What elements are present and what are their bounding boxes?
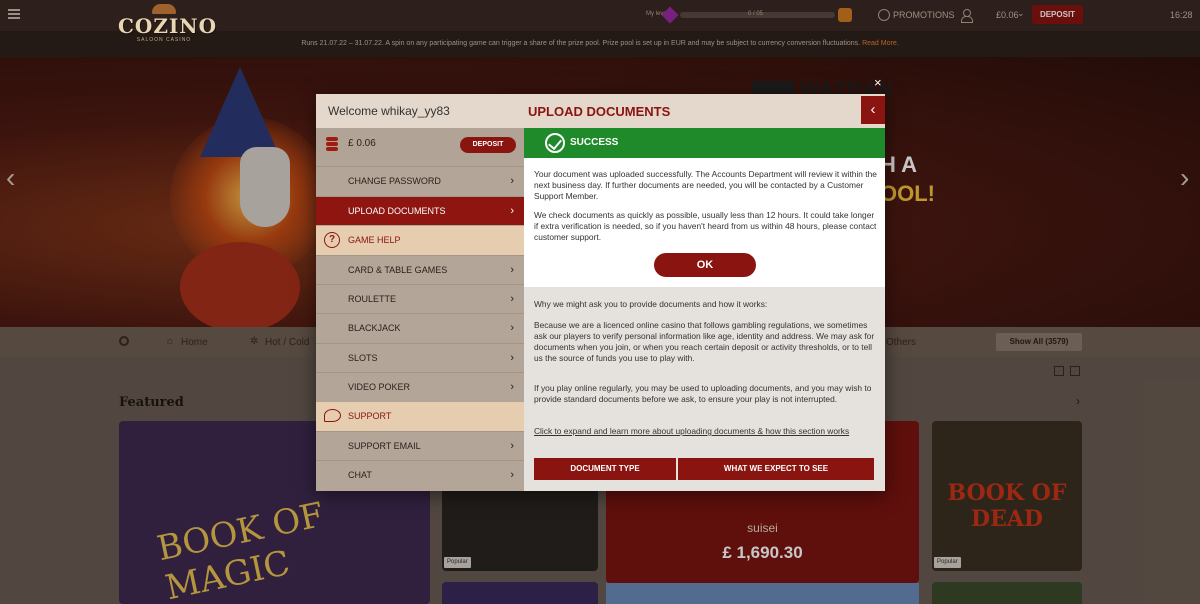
info-section: Why we might ask you to provide document…: [524, 287, 885, 491]
info-heading: Why we might ask you to provide document…: [534, 299, 768, 309]
section-label: GAME HELP: [348, 235, 401, 245]
sidebar-item-blackjack[interactable]: BLACKJACK ›: [316, 313, 524, 342]
success-message: Your document was uploaded successfully.…: [524, 158, 885, 287]
sidebar-deposit-button[interactable]: DEPOSIT: [460, 137, 516, 153]
sidebar-item-label: VIDEO POKER: [348, 382, 411, 392]
section-label: SUPPORT: [348, 411, 392, 421]
logo-text: COZINO: [118, 14, 217, 38]
sidebar-item-label: SUPPORT EMAIL: [348, 441, 421, 451]
cozino-logo[interactable]: COZINO SALOON CASINO: [118, 4, 217, 44]
chevron-right-icon: ›: [510, 352, 514, 364]
question-icon: ?: [324, 232, 340, 248]
logo-subtitle: SALOON CASINO: [136, 37, 192, 43]
logo-hat-icon: [152, 4, 176, 14]
account-sidebar: Welcome whikay_yy83 £ 0.06 DEPOSIT CHANG…: [316, 94, 524, 491]
success-label: SUCCESS: [570, 137, 619, 148]
info-paragraph-1: Because we are a licenced online casino …: [534, 320, 875, 363]
welcome-text: Welcome whikay_yy83: [316, 94, 524, 128]
sidebar-item-label: CARD & TABLE GAMES: [348, 265, 448, 275]
sidebar-item-support-email[interactable]: SUPPORT EMAIL ›: [316, 431, 524, 460]
sidebar-item-upload-documents[interactable]: UPLOAD DOCUMENTS ›: [316, 196, 524, 225]
section-support[interactable]: SUPPORT: [316, 402, 524, 431]
sidebar-item-label: UPLOAD DOCUMENTS: [348, 206, 446, 216]
sidebar-item-label: CHAT: [348, 470, 372, 480]
chevron-left-icon[interactable]: ‹: [861, 96, 885, 124]
success-paragraph-1: Your document was uploaded successfully.…: [534, 169, 877, 201]
panel-title: UPLOAD DOCUMENTS: [528, 104, 671, 119]
chevron-right-icon: ›: [510, 469, 514, 481]
sidebar-item-change-password[interactable]: CHANGE PASSWORD ›: [316, 166, 524, 195]
chevron-right-icon: ›: [510, 322, 514, 334]
expand-info-link[interactable]: Click to expand and learn more about upl…: [534, 426, 879, 437]
info-paragraph-2: If you play online regularly, you may be…: [534, 383, 872, 404]
chevron-right-icon: ›: [510, 175, 514, 187]
chevron-right-icon: ›: [510, 205, 514, 217]
what-we-expect-tab[interactable]: WHAT WE EXPECT TO SEE: [678, 458, 874, 480]
sidebar-item-roulette[interactable]: ROULETTE ›: [316, 284, 524, 313]
sidebar-item-video-poker[interactable]: VIDEO POKER ›: [316, 372, 524, 401]
ok-button[interactable]: OK: [654, 253, 756, 277]
chat-bubble-icon: [324, 409, 341, 422]
sidebar-item-slots[interactable]: SLOTS ›: [316, 343, 524, 372]
success-paragraph-2: We check documents as quickly as possibl…: [534, 210, 877, 242]
close-icon[interactable]: ×: [874, 75, 882, 90]
chevron-right-icon: ›: [510, 381, 514, 393]
panel-header: UPLOAD DOCUMENTS ‹: [524, 94, 885, 128]
sidebar-balance: £ 0.06: [348, 138, 376, 149]
chevron-right-icon: ›: [510, 264, 514, 276]
balance-row: £ 0.06 DEPOSIT: [316, 128, 524, 160]
section-game-help[interactable]: ? GAME HELP: [316, 226, 524, 255]
chevron-right-icon: ›: [510, 440, 514, 452]
sidebar-item-chat[interactable]: CHAT ›: [316, 460, 524, 489]
success-banner: SUCCESS: [524, 128, 885, 158]
account-modal: Welcome whikay_yy83 £ 0.06 DEPOSIT CHANG…: [316, 94, 885, 491]
sidebar-item-label: SLOTS: [348, 353, 378, 363]
document-type-tab[interactable]: DOCUMENT TYPE: [534, 458, 676, 480]
sidebar-item-label: ROULETTE: [348, 294, 397, 304]
sidebar-item-card-table-games[interactable]: CARD & TABLE GAMES ›: [316, 255, 524, 284]
check-icon: [545, 133, 565, 153]
sidebar-item-label: CHANGE PASSWORD: [348, 176, 441, 186]
chevron-right-icon: ›: [510, 293, 514, 305]
sidebar-item-label: BLACKJACK: [348, 323, 401, 333]
coins-icon: [326, 137, 340, 151]
